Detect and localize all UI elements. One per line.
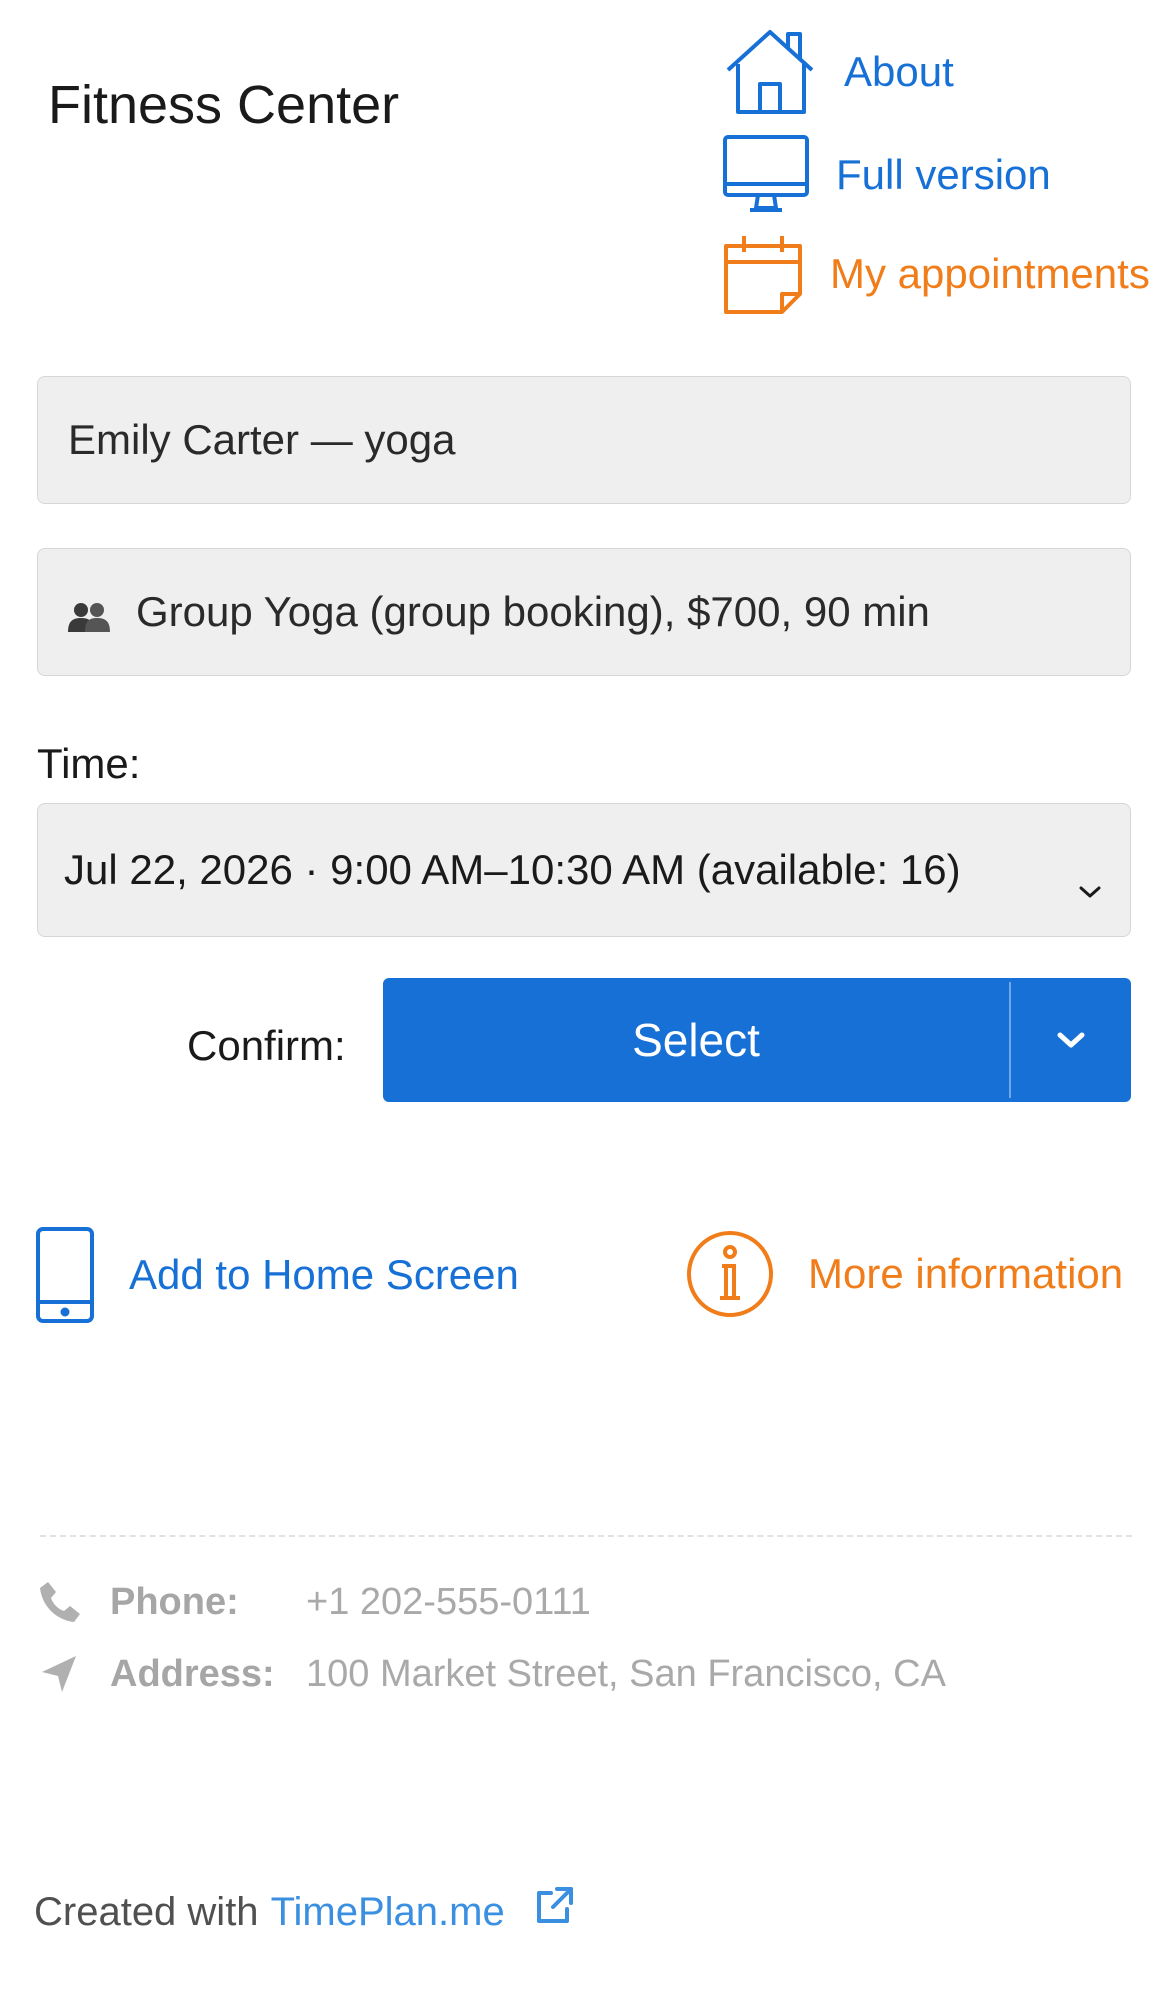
nav-about-label: About <box>844 48 954 95</box>
timeplan-link[interactable]: TimePlan.me <box>271 1890 505 1935</box>
time-label: Time: <box>37 740 141 787</box>
more-information[interactable]: More information <box>686 1230 1123 1318</box>
service-select[interactable]: Group Yoga (group booking), $700, 90 min <box>37 548 1131 676</box>
phone-handset-icon <box>38 1580 82 1624</box>
provider-value: Emily Carter — yoga <box>68 416 456 463</box>
location-arrow-icon <box>38 1652 82 1696</box>
footer-created-with: Created with <box>34 1890 259 1934</box>
home-icon <box>722 26 822 118</box>
provider-select[interactable]: Emily Carter — yoga <box>37 376 1131 504</box>
address-key: Address: <box>110 1652 275 1695</box>
chevron-down-icon <box>1078 862 1102 898</box>
nav-my-appointments[interactable]: My appointments <box>722 234 1150 314</box>
confirm-label: Confirm: <box>187 1022 346 1069</box>
select-button[interactable]: Select <box>383 978 1009 1102</box>
external-link-icon[interactable] <box>535 1885 575 1925</box>
address-value[interactable]: 100 Market Street, San Francisco, CA <box>306 1653 946 1696</box>
nav-my-appointments-label: My appointments <box>830 250 1150 297</box>
phone-value[interactable]: +1 202-555-0111 <box>306 1581 591 1624</box>
more-information-label: More information <box>808 1250 1124 1297</box>
contact-address: Address: 100 Market Street, San Francisc… <box>38 1652 946 1696</box>
divider <box>40 1535 1132 1537</box>
time-value: Jul 22, 2026 · 9:00 AM–10:30 AM (availab… <box>64 846 961 893</box>
phone-icon <box>35 1226 95 1324</box>
time-select[interactable]: Jul 22, 2026 · 9:00 AM–10:30 AM (availab… <box>37 803 1131 937</box>
service-value: Group Yoga (group booking), $700, 90 min <box>136 588 930 635</box>
page-title: Fitness Center <box>48 75 400 135</box>
calendar-icon <box>722 234 804 314</box>
footer: Created with TimePlan.me <box>34 1886 575 1935</box>
contact-phone: Phone: +1 202-555-0111 <box>38 1580 591 1624</box>
nav-full-version-label: Full version <box>836 151 1051 198</box>
info-icon <box>686 1230 774 1318</box>
add-to-home-screen[interactable]: Add to Home Screen <box>35 1226 519 1324</box>
group-icon <box>68 596 110 632</box>
monitor-icon <box>722 134 810 216</box>
nav-full-version[interactable]: Full version <box>722 134 1051 216</box>
add-to-home-screen-label: Add to Home Screen <box>129 1251 519 1298</box>
select-options-toggle[interactable] <box>1011 978 1131 1102</box>
chevron-down-icon <box>1056 1030 1086 1050</box>
nav-about[interactable]: About <box>722 26 954 118</box>
select-button-group: Select <box>383 978 1131 1102</box>
phone-key: Phone: <box>110 1580 239 1623</box>
